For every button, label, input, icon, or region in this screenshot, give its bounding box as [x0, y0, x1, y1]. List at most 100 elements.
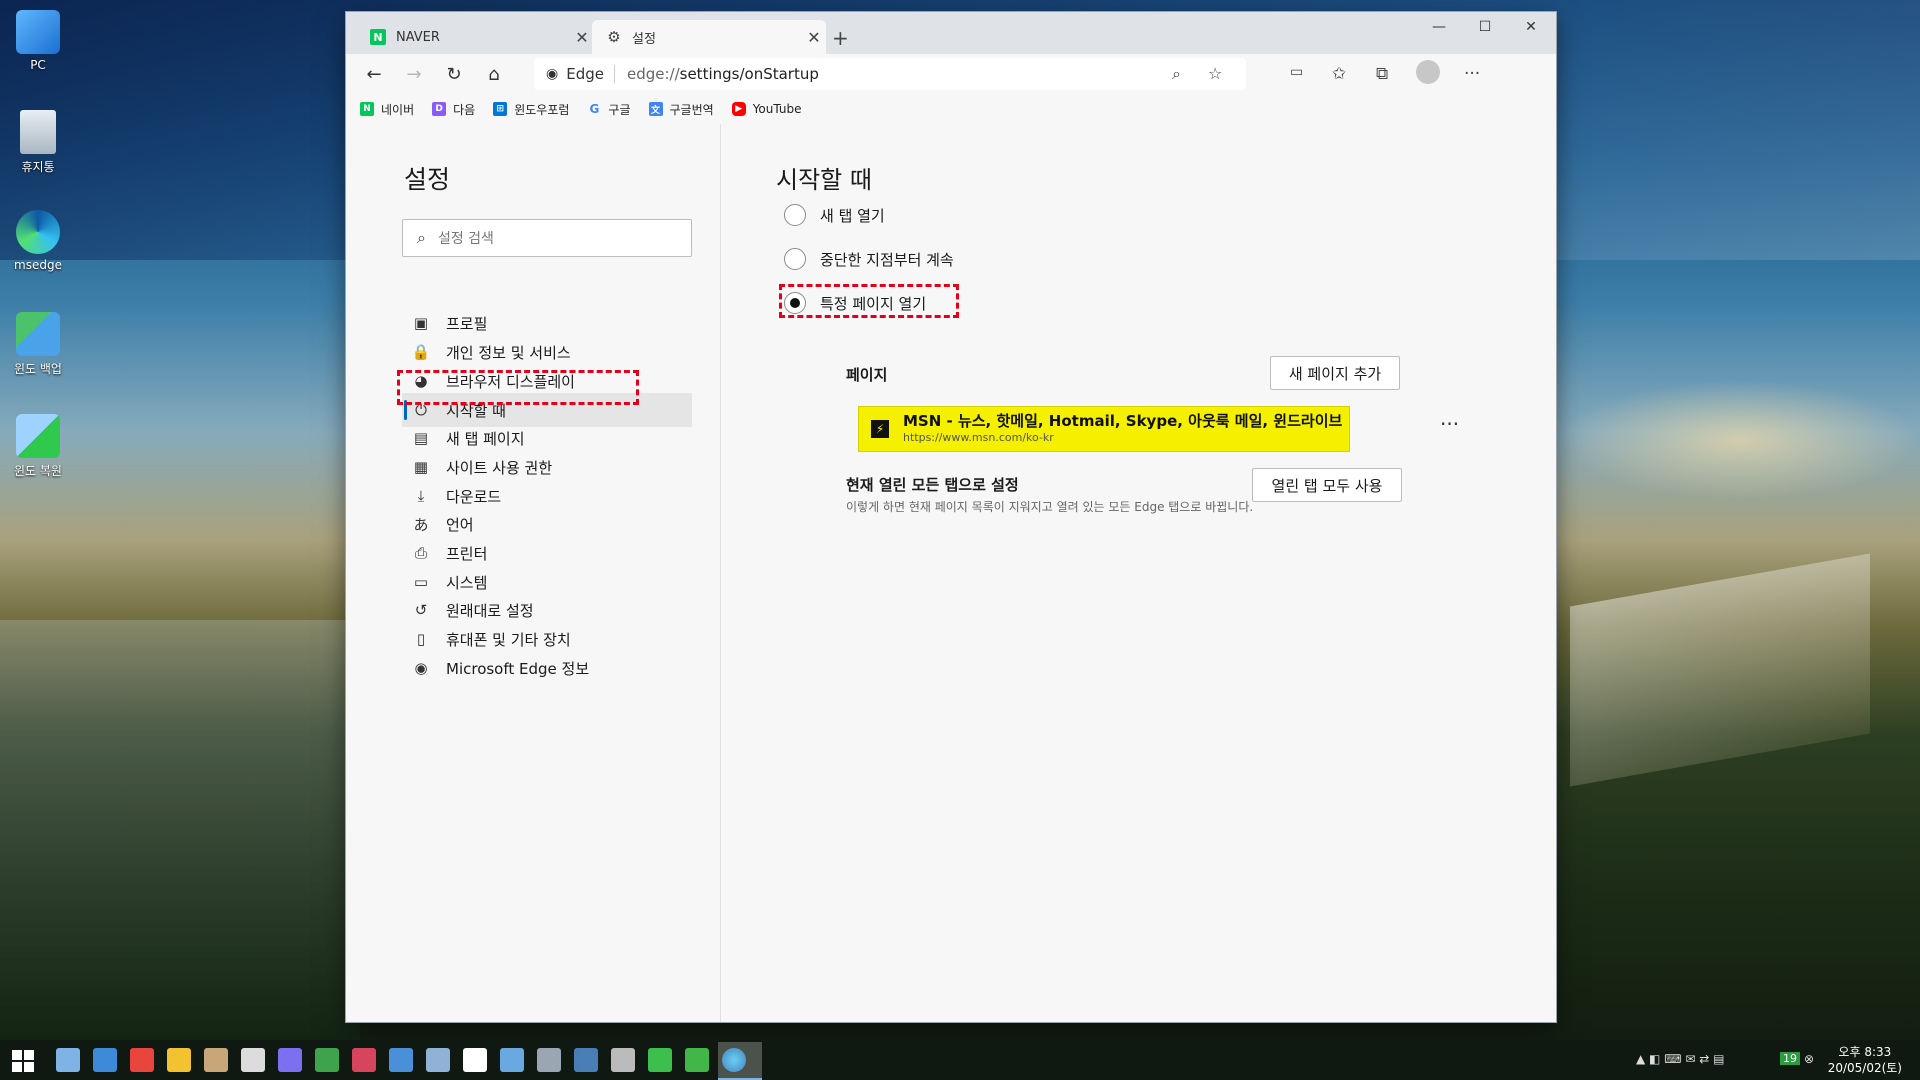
minimize-icon[interactable]: —	[1416, 12, 1462, 44]
google-icon: G	[589, 102, 600, 116]
start-button[interactable]	[12, 1050, 34, 1072]
favorite-youtube[interactable]: ▶ YouTube	[731, 102, 801, 116]
desktop-icon-restore[interactable]: 윈도 복원	[8, 414, 68, 479]
favorite-google[interactable]: G 구글	[587, 101, 630, 118]
taskbar-app-icon[interactable]	[93, 1048, 117, 1072]
sidebar-item-label: 사이트 사용 권한	[446, 458, 553, 477]
reading-view-icon[interactable]: ▭	[1290, 64, 1303, 80]
taskbar-app-icon[interactable]	[574, 1048, 598, 1072]
collections-icon[interactable]: ⧉	[1376, 64, 1388, 84]
translate-icon: 文	[648, 102, 663, 116]
taskbar-app-icon[interactable]	[611, 1048, 635, 1072]
tray-badge[interactable]: 19	[1780, 1052, 1800, 1065]
favorite-naver[interactable]: N 네이버	[360, 101, 414, 118]
startup-page-row[interactable]: ⚡ MSN - 뉴스, 핫메일, Hotmail, Skype, 아웃룩 메일,…	[858, 406, 1350, 452]
edge-chip[interactable]: ◉ Edge	[546, 65, 615, 83]
language-icon: あ	[413, 515, 429, 534]
desktop-icon-label: msedge	[14, 258, 62, 272]
taskbar-app-icon[interactable]	[167, 1048, 191, 1072]
favorite-daum[interactable]: D 다음	[432, 101, 475, 118]
close-tab-icon[interactable]: ✕	[802, 28, 826, 47]
profile-icon[interactable]	[1416, 60, 1440, 84]
home-icon[interactable]: ⌂	[474, 64, 514, 85]
favorite-google-translate[interactable]: 文 구글번역	[648, 101, 714, 118]
tab-title: 설정	[632, 31, 656, 47]
edge-chip-label: Edge	[566, 65, 604, 83]
daum-icon: D	[432, 102, 447, 116]
taskbar-app-icon[interactable]	[315, 1048, 339, 1072]
site-permissions-icon: ▦	[413, 458, 429, 476]
refresh-icon[interactable]: ↻	[434, 64, 474, 85]
sidebar-item-13[interactable]: ◉ Microsoft Edge 정보	[402, 651, 692, 685]
forward-icon[interactable]: →	[394, 64, 434, 85]
taskbar-app-icon[interactable]	[463, 1048, 487, 1072]
tray-icons[interactable]: ▲ ◧ ⌨ ✉ ⇄ ▤	[1636, 1052, 1724, 1066]
startup-panel: 시작할 때 새 탭 열기 중단한 지점부터 계속 특정 페이지 열기 페이지 새…	[720, 124, 1556, 1022]
use-open-tabs-button[interactable]: 열린 탭 모두 사용	[1252, 468, 1402, 502]
taskbar-app-icon[interactable]	[426, 1048, 450, 1072]
url-path: settings/onStartup	[679, 65, 819, 83]
newtab-icon: ▤	[413, 429, 429, 447]
add-page-button[interactable]: 새 페이지 추가	[1270, 356, 1400, 390]
profile-icon: ▣	[413, 314, 429, 332]
radio-continue[interactable]: 중단한 지점부터 계속	[784, 248, 954, 270]
taskbar-app-icon[interactable]	[278, 1048, 302, 1072]
desktop-icon-recycle-bin[interactable]: 휴지통	[8, 110, 68, 175]
tab-settings[interactable]: ⚙ 설정 ✕	[592, 20, 826, 54]
taskbar-app-icon[interactable]	[241, 1048, 265, 1072]
radio-button[interactable]	[784, 248, 806, 270]
taskbar-app-icon[interactable]	[389, 1048, 413, 1072]
favorites-bar: N 네이버 D 다음 ⊞ 윈도우포럼 G 구글 文 구글번역 ▶ YouTube	[346, 94, 1556, 125]
sidebar-item-label: 언어	[446, 515, 474, 534]
desktop-icon-label: 윈도 복원	[14, 464, 62, 478]
radio-new-tab[interactable]: 새 탭 열기	[784, 204, 885, 226]
taskbar-app-icon[interactable]	[130, 1048, 154, 1072]
download-icon: ⤓	[417, 487, 425, 505]
desktop-icon-pc[interactable]: PC	[8, 10, 68, 72]
close-tab-icon[interactable]: ✕	[570, 28, 594, 47]
taskbar-app-icon[interactable]	[648, 1048, 672, 1072]
backup-icon	[16, 312, 60, 356]
settings-search-input[interactable]: ⌕ 설정 검색	[402, 219, 692, 257]
favorite-windowsforum[interactable]: ⊞ 윈도우포럼	[493, 101, 569, 118]
edge-icon	[16, 210, 60, 254]
taskbar-app-icon[interactable]	[500, 1048, 524, 1072]
favorites-icon[interactable]: ✩	[1332, 64, 1346, 84]
restore-icon	[16, 414, 60, 458]
more-icon[interactable]: ···	[1464, 64, 1480, 84]
radio-button[interactable]	[784, 204, 806, 226]
star-icon[interactable]: ☆	[1208, 64, 1222, 83]
system-icon: ▭	[413, 573, 429, 591]
desktop-icon-backup[interactable]: 윈도 백업	[8, 312, 68, 377]
page-more-icon[interactable]: ···	[1440, 412, 1459, 436]
page-url: https://www.msn.com/ko-kr	[903, 431, 1054, 444]
radio-label: 새 탭 열기	[820, 206, 885, 225]
back-icon[interactable]: ←	[354, 64, 394, 85]
zoom-icon[interactable]: ⌕	[1172, 64, 1181, 84]
taskbar-app-icon[interactable]	[56, 1048, 80, 1072]
taskbar-app-icon[interactable]	[537, 1048, 561, 1072]
sidebar-item-label: 시스템	[446, 573, 488, 592]
desktop-icon-msedge[interactable]: msedge	[8, 210, 68, 272]
maximize-icon[interactable]: ☐	[1462, 12, 1508, 44]
taskbar-app-icon[interactable]	[685, 1048, 709, 1072]
monitor-icon	[16, 10, 60, 54]
close-window-icon[interactable]: ✕	[1508, 12, 1554, 44]
taskbar-app-icon[interactable]	[204, 1048, 228, 1072]
taskbar-app-icon[interactable]	[352, 1048, 376, 1072]
favorite-label: 윈도우포럼	[514, 102, 570, 117]
favorite-label: 네이버	[381, 102, 415, 117]
clock[interactable]: 오후 8:33 20/05/02(토)	[1828, 1044, 1902, 1076]
printer-icon: ⎙	[414, 544, 427, 562]
new-tab-icon[interactable]: +	[832, 26, 849, 50]
settings-sidebar: 설정 ⌕ 설정 검색 ▣ 프로필 🔒 개인 정보 및 서비스 ◕ 브라우저 디스플레이 ⏻ 시…	[346, 124, 721, 1022]
address-bar[interactable]: ◉ Edge edge://settings/onStartup ⌕ ☆	[534, 58, 1246, 90]
favorite-label: 다음	[453, 102, 476, 117]
taskbar-edge-active[interactable]	[718, 1042, 762, 1080]
clock-time: 오후 8:33	[1838, 1045, 1892, 1059]
tab-naver[interactable]: N NAVER ✕	[356, 20, 594, 54]
tray-close-icon[interactable]: ⊗	[1804, 1052, 1814, 1066]
desktop-icon-label: 휴지통	[21, 160, 55, 174]
url-prefix: edge://	[626, 65, 680, 83]
taskbar: ▲ ◧ ⌨ ✉ ⇄ ▤ 19 ⊗ 오후 8:33 20/05/02(토)	[0, 1040, 1920, 1080]
